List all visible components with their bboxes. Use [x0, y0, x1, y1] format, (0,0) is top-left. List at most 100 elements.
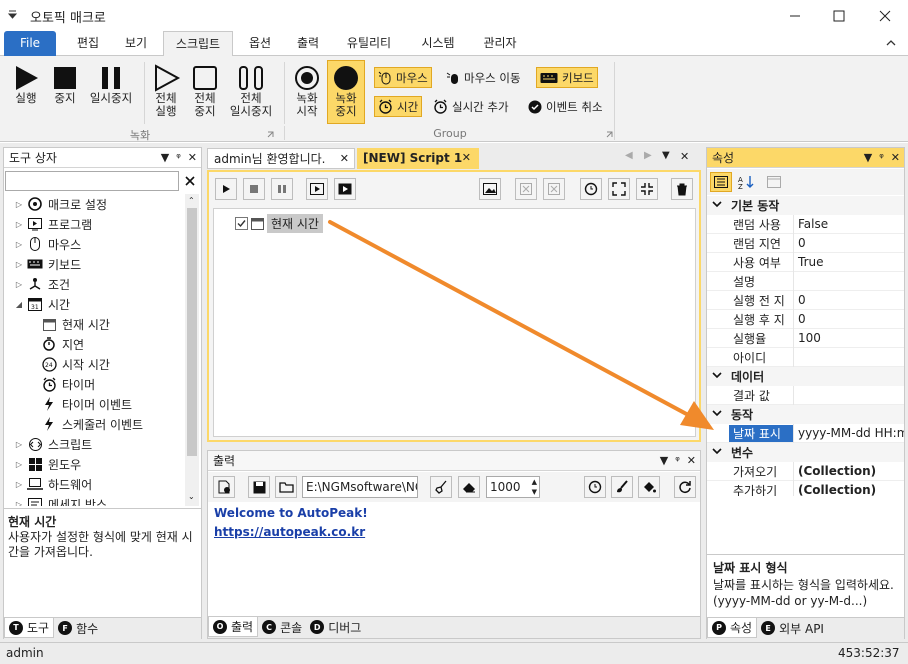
toolbox-item[interactable]: ▷ 윈도우	[6, 454, 184, 474]
tab-properties[interactable]: P 속성	[707, 618, 758, 638]
stop-button[interactable]: 중지	[47, 64, 83, 105]
collapsed-arrow-icon[interactable]: ▷	[12, 200, 26, 209]
editor-delete-button[interactable]	[515, 178, 537, 200]
collapsed-arrow-icon[interactable]: ▷	[12, 220, 26, 229]
toolbox-item[interactable]: ▷ 조건	[6, 274, 184, 294]
close-button[interactable]	[862, 0, 907, 31]
property-row[interactable]: 실행 전 지 0	[707, 290, 904, 310]
output-link[interactable]: https://autopeak.co.kr	[208, 523, 700, 541]
property-value[interactable]: 0	[793, 309, 904, 329]
toolbox-item[interactable]: ▷ 프로그램	[6, 214, 184, 234]
brush-button[interactable]	[611, 476, 633, 498]
pause-button[interactable]: 일시중지	[86, 64, 136, 105]
run-button[interactable]: 실행	[8, 64, 44, 105]
pin-icon[interactable]: ᵠ	[675, 451, 680, 471]
property-value[interactable]	[793, 385, 904, 405]
tab-view[interactable]: 보기	[114, 31, 158, 56]
property-value[interactable]	[793, 271, 904, 291]
property-row[interactable]: 날짜 표시yyyy-MM-dd HH:mm	[707, 423, 904, 443]
property-pages-button[interactable]	[763, 172, 785, 192]
property-category[interactable]: 기본 동작	[707, 196, 904, 215]
pin-icon[interactable]: ᵠ	[176, 148, 181, 168]
toolbox-item[interactable]: ▷ 메세지 박스	[6, 494, 184, 506]
editor-stop-button[interactable]	[243, 178, 265, 200]
alphabetical-view-button[interactable]: AZ	[735, 172, 757, 192]
property-row[interactable]: 설명	[707, 271, 904, 291]
clear-search-button[interactable]	[180, 171, 200, 191]
toolbox-search-input[interactable]	[5, 171, 179, 191]
tab-scroll-left-icon[interactable]: ◀	[625, 150, 633, 161]
realtime-add-button[interactable]: 실시간 추가	[430, 96, 512, 117]
editor-pause-button[interactable]	[271, 178, 293, 200]
editor-collapse-button[interactable]	[636, 178, 658, 200]
tab-console[interactable]: C 콘솔	[258, 617, 306, 637]
collapsed-arrow-icon[interactable]: ▷	[12, 240, 26, 249]
editor-expand-button[interactable]	[608, 178, 630, 200]
editor-run-button[interactable]	[215, 178, 237, 200]
dropdown-icon[interactable]: ▼	[864, 148, 872, 168]
collapsed-arrow-icon[interactable]: ▷	[12, 480, 26, 489]
property-value[interactable]: 0	[793, 233, 904, 253]
scroll-up-icon[interactable]: ⌃	[188, 196, 195, 205]
property-row[interactable]: 실행율 100	[707, 328, 904, 348]
property-row[interactable]: 사용 여부 True	[707, 252, 904, 272]
toolbox-item[interactable]: 지연	[6, 334, 184, 354]
toolbox-item[interactable]: 타이머 이벤트	[6, 394, 184, 414]
keyboard-record-button[interactable]: 키보드	[536, 67, 598, 88]
pin-icon[interactable]: ᵠ	[879, 148, 884, 168]
editor-tab-script1[interactable]: [NEW] Script 1 ✕	[357, 148, 479, 169]
maximize-button[interactable]	[816, 0, 861, 31]
property-value[interactable]: False	[793, 214, 904, 234]
toolbox-item[interactable]: ▷ 스크립트	[6, 434, 184, 454]
editor-image-button[interactable]	[479, 178, 501, 200]
collapsed-arrow-icon[interactable]: ▷	[12, 280, 26, 289]
close-icon[interactable]: ✕	[687, 451, 696, 471]
record-start-button[interactable]: 녹화 시작	[289, 64, 325, 118]
expanded-arrow-icon[interactable]: ◢	[12, 300, 26, 309]
record-stop-button[interactable]: 녹화 중지	[327, 60, 365, 124]
fill-color-button[interactable]	[638, 476, 660, 498]
collapsed-arrow-icon[interactable]: ▷	[12, 460, 26, 469]
save-log-button[interactable]	[248, 476, 270, 498]
dropdown-icon[interactable]: ▼	[161, 148, 169, 168]
property-value[interactable]: True	[793, 252, 904, 272]
stepper-arrows-icon[interactable]: ▲ ▼	[532, 477, 537, 497]
checkbox-checked-icon[interactable]	[235, 217, 248, 230]
timestamp-button[interactable]	[584, 476, 606, 498]
tab-script[interactable]: 스크립트	[163, 31, 233, 57]
mouse-record-button[interactable]: 마우스	[374, 67, 432, 88]
output-log[interactable]: Welcome to AutoPeak! https://autopeak.co…	[208, 503, 700, 617]
property-value[interactable]: 100	[793, 328, 904, 348]
open-folder-button[interactable]	[275, 476, 297, 498]
property-value[interactable]: (Collection)	[793, 461, 904, 481]
chevron-down-icon[interactable]	[707, 409, 727, 420]
minimize-button[interactable]	[772, 0, 817, 31]
tab-options[interactable]: 옵션	[238, 31, 282, 56]
editor-step-button[interactable]	[306, 178, 328, 200]
toolbox-item[interactable]: ▷ 하드웨어	[6, 474, 184, 494]
categorized-view-button[interactable]	[710, 172, 732, 192]
run-all-button[interactable]: 전체 실행	[148, 64, 184, 118]
property-value[interactable]: yyyy-MM-dd HH:mm	[793, 423, 904, 443]
tab-tools[interactable]: T 도구	[4, 618, 55, 638]
tab-output[interactable]: 출력	[286, 31, 330, 56]
property-value[interactable]: (Collection)	[793, 480, 904, 496]
property-row[interactable]: 실행 후 지 0	[707, 309, 904, 329]
log-path-input[interactable]: E:\NGMsoftware\NG	[302, 476, 418, 498]
tab-functions[interactable]: F 함수	[54, 618, 102, 638]
pause-all-button[interactable]: 전체 일시중지	[226, 64, 276, 118]
property-category[interactable]: 데이터	[707, 367, 904, 386]
toolbox-item[interactable]: 타이머	[6, 374, 184, 394]
toolbox-item[interactable]: ▷ 키보드	[6, 254, 184, 274]
clean-log-button[interactable]	[430, 476, 452, 498]
property-category[interactable]: 변수	[707, 443, 904, 462]
toolbox-item[interactable]: 현재 시간	[6, 314, 184, 334]
close-tab-icon[interactable]: ✕	[340, 149, 349, 169]
scroll-thumb[interactable]	[187, 208, 197, 456]
close-icon[interactable]: ✕	[891, 148, 900, 168]
script-canvas[interactable]: 현재 시간	[213, 208, 696, 437]
editor-delete-all-button[interactable]	[543, 178, 565, 200]
tab-edit[interactable]: 편집	[66, 31, 110, 56]
property-row[interactable]: 추가하기 (Collection)	[707, 480, 904, 496]
tab-external-api[interactable]: E 외부 API	[757, 618, 828, 638]
